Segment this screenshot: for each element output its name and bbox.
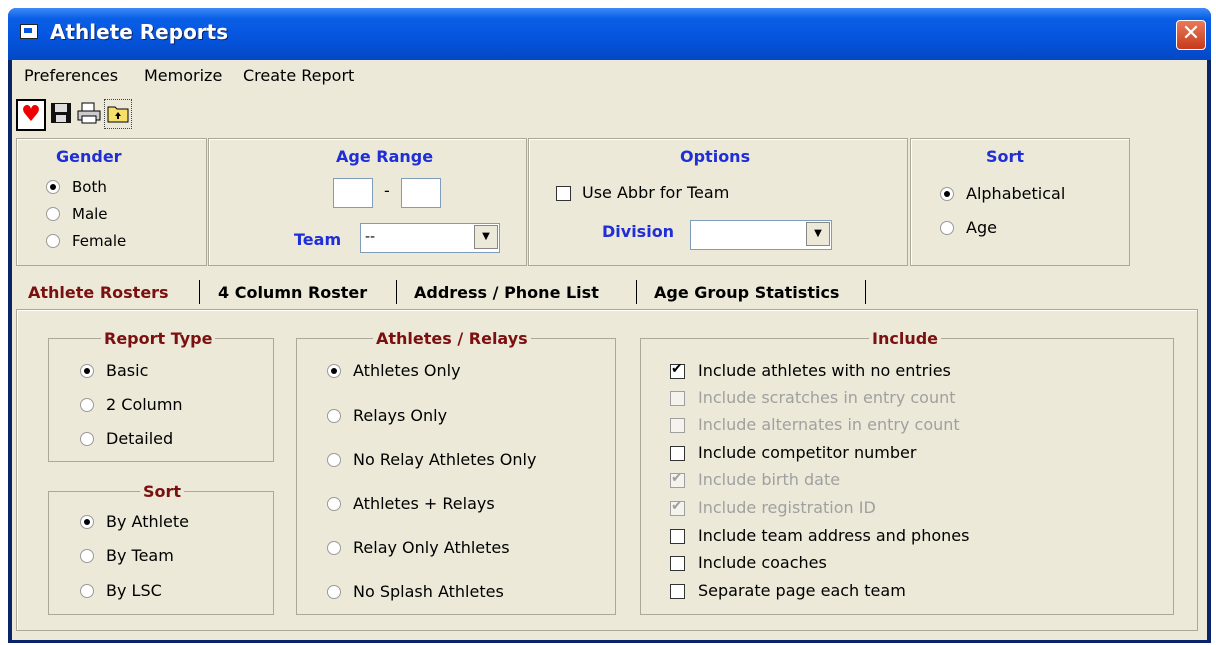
sort-by-athlete-radio[interactable] — [80, 515, 94, 529]
include-title: Include — [869, 329, 942, 348]
athletes-plus-relays-radio[interactable] — [327, 497, 341, 511]
save-floppy-icon[interactable] — [48, 99, 74, 127]
tab-divider — [636, 280, 637, 304]
app-icon — [20, 24, 38, 39]
relay-only-athletes-label[interactable]: Relay Only Athletes — [353, 538, 510, 557]
include-scratches-checkbox — [670, 391, 685, 406]
gender-female-label[interactable]: Female — [72, 232, 126, 250]
sort-by-lsc-radio[interactable] — [80, 584, 94, 598]
include-no-entries-label[interactable]: Include athletes with no entries — [698, 361, 951, 380]
window-title: Athlete Reports — [50, 20, 229, 44]
folder-up-icon[interactable] — [104, 99, 132, 129]
include-competitor-number-label[interactable]: Include competitor number — [698, 443, 916, 462]
athletes-relays-title: Athletes / Relays — [373, 329, 531, 348]
report-type-basic-label[interactable]: Basic — [106, 361, 148, 380]
report-type-detailed-label[interactable]: Detailed — [106, 429, 173, 448]
options-title: Options — [680, 147, 751, 166]
separate-page-checkbox[interactable] — [670, 584, 685, 599]
include-alternates-label: Include alternates in entry count — [698, 415, 960, 434]
report-type-2column-radio[interactable] — [80, 398, 94, 412]
tab-divider — [396, 280, 397, 304]
tab-athlete-rosters[interactable]: Athlete Rosters — [28, 283, 169, 302]
include-birth-date-label: Include birth date — [698, 470, 841, 489]
no-relay-athletes-only-radio[interactable] — [327, 453, 341, 467]
sort-alphabetical-radio[interactable] — [940, 187, 954, 201]
gender-male-label[interactable]: Male — [72, 205, 108, 223]
gender-both-radio[interactable] — [46, 180, 60, 194]
include-birth-date-checkbox: ✔ — [670, 470, 685, 488]
favorite-heart-icon[interactable]: ♥ — [16, 99, 46, 131]
sort-by-team-label[interactable]: By Team — [106, 546, 174, 565]
gender-both-label[interactable]: Both — [72, 178, 107, 196]
tab-age-group-statistics[interactable]: Age Group Statistics — [654, 283, 839, 302]
include-registration-id-checkbox: ✔ — [670, 498, 685, 516]
report-type-detailed-radio[interactable] — [80, 432, 94, 446]
relays-only-radio[interactable] — [327, 409, 341, 423]
team-select-value: -- — [365, 229, 376, 245]
menu-create-report[interactable]: Create Report — [243, 66, 354, 85]
tab-address-phone-list[interactable]: Address / Phone List — [414, 283, 599, 302]
report-type-basic-radio[interactable] — [80, 364, 94, 378]
age-range-separator: - — [384, 181, 390, 200]
include-competitor-number-checkbox[interactable] — [670, 446, 685, 461]
sort-alphabetical-label[interactable]: Alphabetical — [966, 184, 1065, 203]
age-min-input[interactable] — [333, 178, 373, 208]
sort-age-radio[interactable] — [940, 221, 954, 235]
team-select[interactable]: -- ▼ — [360, 223, 500, 253]
sort-title: Sort — [986, 147, 1025, 166]
no-splash-athletes-label[interactable]: No Splash Athletes — [353, 582, 504, 601]
print-printer-icon[interactable] — [76, 99, 102, 127]
age-range-title: Age Range — [336, 147, 434, 166]
report-type-2column-label[interactable]: 2 Column — [106, 395, 183, 414]
sort-age-label[interactable]: Age — [966, 218, 997, 237]
include-coaches-checkbox[interactable] — [670, 556, 685, 571]
division-label: Division — [602, 222, 675, 241]
include-coaches-label[interactable]: Include coaches — [698, 553, 827, 572]
gender-title: Gender — [56, 147, 122, 166]
menu-memorize[interactable]: Memorize — [144, 66, 222, 85]
tab-divider — [865, 280, 866, 304]
separate-page-label[interactable]: Separate page each team — [698, 581, 906, 600]
sort-by-lsc-label[interactable]: By LSC — [106, 581, 162, 600]
checkmark-icon: ✔ — [671, 498, 683, 514]
close-button[interactable]: ✕ — [1176, 20, 1206, 50]
use-abbr-label[interactable]: Use Abbr for Team — [582, 183, 729, 202]
checkmark-icon: ✔ — [671, 470, 683, 486]
athletes-only-radio[interactable] — [327, 364, 341, 378]
menu-preferences[interactable]: Preferences — [24, 66, 118, 85]
no-relay-athletes-only-label[interactable]: No Relay Athletes Only — [353, 450, 536, 469]
include-team-address-label[interactable]: Include team address and phones — [698, 526, 969, 545]
include-alternates-checkbox — [670, 418, 685, 433]
age-max-input[interactable] — [401, 178, 441, 208]
sort-by-team-radio[interactable] — [80, 549, 94, 563]
gender-female-radio[interactable] — [46, 234, 60, 248]
include-registration-id-label: Include registration ID — [698, 498, 876, 517]
relays-only-label[interactable]: Relays Only — [353, 406, 447, 425]
chevron-down-icon[interactable]: ▼ — [806, 222, 830, 246]
checkmark-icon: ✔ — [671, 361, 683, 377]
report-type-title: Report Type — [101, 329, 216, 348]
relay-only-athletes-radio[interactable] — [327, 541, 341, 555]
team-label: Team — [294, 230, 342, 249]
include-scratches-label: Include scratches in entry count — [698, 388, 956, 407]
athletes-only-label[interactable]: Athletes Only — [353, 361, 461, 380]
use-abbr-checkbox[interactable] — [556, 186, 571, 201]
sort-by-athlete-label[interactable]: By Athlete — [106, 512, 189, 531]
gender-male-radio[interactable] — [46, 207, 60, 221]
sort-group-title: Sort — [140, 482, 185, 501]
chevron-down-icon[interactable]: ▼ — [474, 225, 498, 249]
tab-4-column-roster[interactable]: 4 Column Roster — [218, 283, 367, 302]
include-team-address-checkbox[interactable] — [670, 529, 685, 544]
include-no-entries-checkbox[interactable]: ✔ — [670, 361, 685, 379]
division-select[interactable]: ▼ — [690, 220, 832, 250]
no-splash-athletes-radio[interactable] — [327, 585, 341, 599]
athletes-plus-relays-label[interactable]: Athletes + Relays — [353, 494, 495, 513]
tab-divider — [199, 280, 200, 304]
